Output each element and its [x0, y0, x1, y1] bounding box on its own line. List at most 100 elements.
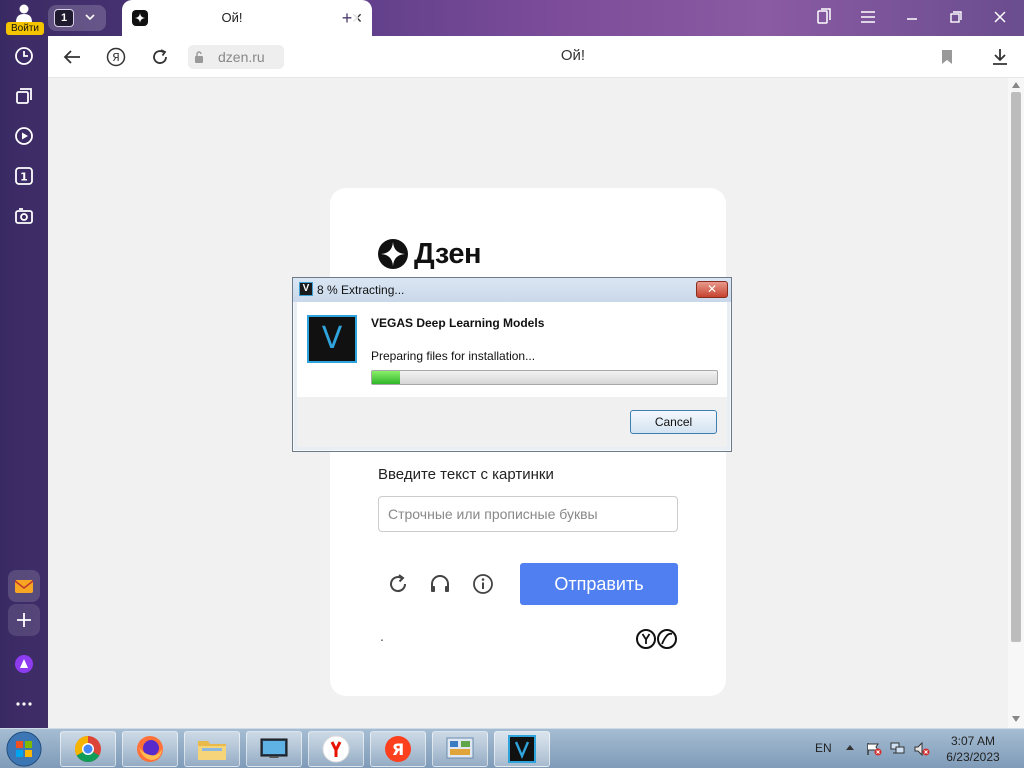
bookmark-button[interactable] — [936, 46, 958, 68]
dzen-star-icon — [378, 239, 408, 269]
install-status: Preparing files for installation... — [371, 349, 536, 363]
svg-text:Я: Я — [392, 740, 404, 759]
screenshot-button[interactable] — [8, 200, 40, 232]
media-center-icon — [260, 738, 288, 758]
bookmarks-panel-icon[interactable] — [814, 8, 834, 28]
svg-text:Я: Я — [112, 51, 120, 64]
dzen-logo: Дзен — [378, 236, 482, 272]
vegas-icon — [508, 735, 536, 763]
svg-text:1: 1 — [20, 171, 28, 184]
collections-button[interactable] — [8, 80, 40, 112]
scroll-down-icon[interactable] — [1012, 716, 1020, 722]
dialog-footer: Cancel — [297, 397, 727, 447]
browser-sidebar: Войти 1 — [0, 0, 48, 728]
new-tab-button[interactable]: + — [336, 7, 358, 29]
download-icon — [993, 49, 1007, 65]
yandex-circle-icon: Я — [106, 47, 126, 67]
refresh-captcha-button[interactable] — [386, 572, 410, 596]
reload-icon — [153, 49, 167, 64]
taskbar-yandex[interactable]: Я — [370, 731, 426, 767]
mail-button[interactable] — [8, 570, 40, 602]
clock-time: 3:07 AM — [950, 734, 996, 748]
taskbar-chrome[interactable] — [60, 731, 116, 767]
language-indicator[interactable]: EN — [815, 741, 832, 755]
install-progress-bar — [371, 370, 718, 385]
progress-fill — [372, 371, 400, 384]
restore-icon[interactable] — [946, 8, 966, 28]
taskbar-media-center[interactable] — [246, 731, 302, 767]
system-clock[interactable]: 3:07 AM 6/23/2023 — [940, 733, 1006, 765]
address-host[interactable]: dzen.ru — [210, 45, 284, 69]
start-button[interactable] — [4, 730, 44, 768]
taskbar-yandex-browser[interactable] — [308, 731, 364, 767]
menu-icon[interactable] — [858, 8, 878, 28]
volume-muted-icon[interactable] — [914, 742, 930, 756]
history-button[interactable] — [8, 40, 40, 72]
tab-strip: 1 Ой! ✕ + — [48, 0, 1024, 36]
taskbar-vegas[interactable] — [494, 731, 550, 767]
tab-counter-button[interactable]: 1 — [48, 5, 106, 31]
tab-count: 1 — [54, 9, 74, 27]
headphones-icon — [431, 575, 449, 592]
close-window-icon[interactable] — [990, 8, 1010, 28]
yandex-home-button[interactable]: Я — [105, 46, 127, 68]
tab-active[interactable]: Ой! ✕ — [122, 0, 372, 36]
login-badge: Войти — [6, 22, 44, 35]
scroll-thumb[interactable] — [1011, 92, 1021, 642]
action-center-icon[interactable] — [866, 742, 882, 756]
plus-icon — [17, 613, 31, 627]
tabs-count-icon: 1 — [15, 167, 33, 185]
play-icon — [15, 127, 33, 145]
control-panel-icon — [446, 737, 474, 759]
dialog-close-icon[interactable]: ✕ — [696, 281, 728, 298]
downloads-button[interactable] — [989, 46, 1011, 68]
taskbar-firefox[interactable] — [122, 731, 178, 767]
tab-counter-sidebar[interactable]: 1 — [8, 160, 40, 192]
collections-icon — [16, 88, 32, 104]
alice-icon — [15, 655, 33, 673]
arrow-left-icon — [63, 50, 80, 64]
chrome-icon — [74, 735, 101, 763]
taskbar-control-panel[interactable] — [432, 731, 488, 767]
product-name: VEGAS Deep Learning Models — [371, 316, 545, 330]
file-explorer-icon — [198, 741, 226, 760]
taskbar-explorer[interactable] — [184, 731, 240, 767]
audio-captcha-button[interactable] — [428, 572, 452, 596]
vegas-logo: V — [307, 315, 357, 363]
show-hidden-icons[interactable] — [846, 745, 854, 750]
minimize-icon[interactable] — [902, 8, 922, 28]
site-info-button[interactable] — [188, 45, 210, 69]
yandex-icon: Я — [385, 736, 411, 762]
windows-orb-icon — [6, 731, 42, 767]
chevron-down-icon — [85, 14, 95, 21]
network-icon[interactable] — [890, 742, 906, 756]
firefox-icon — [137, 736, 163, 762]
camera-icon — [15, 208, 33, 224]
alice-button[interactable] — [8, 648, 40, 680]
dialog-titlebar[interactable]: V 8 % Extracting... ✕ — [293, 278, 731, 302]
vegas-app-icon: V — [299, 282, 313, 296]
profile-button[interactable]: Войти — [4, 2, 44, 35]
more-button[interactable] — [8, 688, 40, 720]
captcha-input[interactable] — [378, 496, 678, 532]
reload-button[interactable] — [149, 46, 171, 68]
ellipsis-icon — [16, 702, 32, 706]
back-button[interactable] — [61, 46, 83, 68]
dialog-title: 8 % Extracting... — [317, 283, 405, 297]
captcha-label: Введите текст с картинки — [378, 466, 554, 483]
add-panel-button[interactable] — [8, 604, 40, 636]
dzen-favicon — [132, 10, 148, 26]
cancel-button[interactable]: Cancel — [630, 410, 717, 434]
page-scrollbar[interactable] — [1008, 78, 1024, 728]
dialog-body: V VEGAS Deep Learning Models Preparing f… — [297, 302, 727, 397]
refresh-icon — [390, 574, 407, 593]
video-button[interactable] — [8, 120, 40, 152]
bookmark-icon — [942, 50, 952, 64]
brand-name: Дзен — [414, 237, 482, 270]
windows-taskbar: Я EN 3:07 AM 6/23/2023 — [0, 728, 1024, 768]
yandex-browser-icon — [322, 735, 350, 763]
captcha-info-button[interactable] — [471, 572, 495, 596]
scroll-up-icon[interactable] — [1012, 82, 1020, 88]
submit-button[interactable]: Отправить — [520, 563, 678, 605]
info-icon — [473, 574, 493, 594]
